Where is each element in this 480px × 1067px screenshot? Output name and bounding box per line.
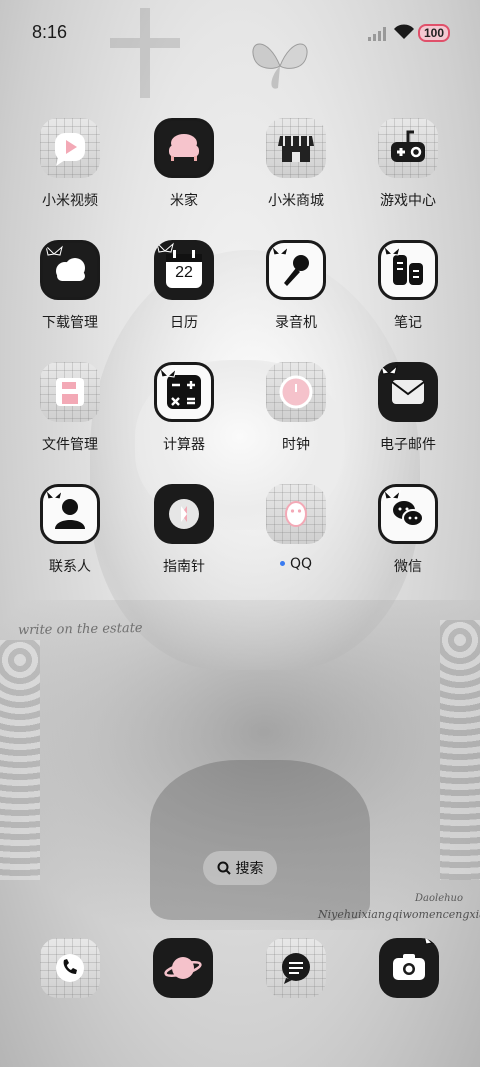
- app-label: 微信: [394, 559, 422, 575]
- wallpaper-dress: [150, 760, 370, 920]
- app-compass[interactable]: 指南针: [129, 484, 239, 584]
- calendar-date: 22: [175, 264, 193, 281]
- app-label: 计算器: [163, 437, 205, 453]
- app-label: 录音机: [275, 315, 317, 331]
- wallpaper-text-bottom-2: Daolehuo: [415, 893, 464, 904]
- butterfly-bow-icon: [271, 244, 289, 256]
- wallpaper-text-bottom-1: Niyehuixiangqiwomencengxiang: [318, 908, 480, 921]
- folder-icon: [40, 362, 100, 422]
- compass-icon: [154, 484, 214, 544]
- app-game-center[interactable]: 游戏中心: [353, 118, 463, 218]
- video-play-icon: [40, 118, 100, 178]
- butterfly-bow-icon: [383, 488, 401, 500]
- app-file-manager[interactable]: 文件管理: [15, 362, 125, 462]
- butterfly-bow-icon: [156, 241, 174, 253]
- qq-penguin-icon: [266, 484, 326, 544]
- app-label: 文件管理: [42, 437, 98, 453]
- app-mi-video[interactable]: 小米视频: [15, 118, 125, 218]
- dock-browser[interactable]: [153, 938, 213, 998]
- contact-person-icon: [40, 484, 100, 544]
- butterfly-bow-icon: [45, 244, 63, 256]
- home-screen: write on the estate Daolehuo Niyehuixian…: [0, 0, 480, 1067]
- app-label: 小米商城: [268, 193, 324, 209]
- clock-icon: [266, 362, 326, 422]
- wechat-icon: [378, 484, 438, 544]
- wifi-icon: [394, 24, 414, 39]
- app-label: 米家: [170, 193, 198, 209]
- calculator-icon: [154, 362, 214, 422]
- app-calculator[interactable]: 计算器: [129, 362, 239, 462]
- app-email[interactable]: 电子邮件: [353, 362, 463, 462]
- phone-icon: [56, 954, 84, 982]
- app-label: 小米视频: [42, 193, 98, 209]
- planet-browser-icon: [164, 957, 202, 979]
- search-label: 搜索: [235, 861, 264, 877]
- home-search-button[interactable]: 搜索: [203, 851, 277, 885]
- wallpaper-lace-left: [0, 640, 40, 880]
- app-qq[interactable]: QQ: [241, 484, 351, 584]
- app-label: 指南针: [163, 559, 205, 575]
- status-bar: 8:16 100: [0, 0, 480, 66]
- app-label: 电子邮件: [380, 437, 436, 453]
- butterfly-bow-icon: [159, 366, 177, 378]
- cellular-signal-icon: [368, 27, 386, 41]
- dock-messages[interactable]: [266, 938, 326, 998]
- dock-phone[interactable]: [40, 938, 100, 998]
- dock-camera[interactable]: [379, 938, 439, 998]
- app-label: 日历: [170, 315, 198, 331]
- app-label: 笔记: [394, 315, 422, 331]
- calendar-icon: 22: [154, 240, 214, 300]
- message-bubble-icon: [282, 953, 310, 984]
- wallpaper-text-top: write on the estate: [17, 620, 143, 639]
- app-label-text: QQ: [289, 556, 313, 572]
- butterfly-bow-icon: [380, 363, 398, 375]
- app-clock[interactable]: 时钟: [241, 362, 351, 462]
- wallpaper-lace-right: [440, 620, 480, 880]
- new-notification-dot: [279, 560, 285, 566]
- gamepad-icon: [378, 118, 438, 178]
- app-contacts[interactable]: 联系人: [15, 484, 125, 584]
- app-label: 游戏中心: [380, 193, 436, 209]
- app-download-manager[interactable]: 下载管理: [15, 240, 125, 340]
- app-mijia[interactable]: 米家: [129, 118, 239, 218]
- app-wechat[interactable]: 微信: [353, 484, 463, 584]
- app-label: QQ: [241, 556, 351, 572]
- battery-indicator: 100: [418, 24, 450, 42]
- microphone-icon: [266, 240, 326, 300]
- app-calendar[interactable]: 22 日历: [129, 240, 239, 340]
- butterfly-bow-icon: [424, 938, 439, 945]
- butterfly-bow-icon: [45, 488, 63, 500]
- cloud-download-icon: [40, 240, 100, 300]
- app-label: 时钟: [282, 437, 310, 453]
- app-label: 联系人: [49, 559, 91, 575]
- app-notes[interactable]: 笔记: [353, 240, 463, 340]
- app-recorder[interactable]: 录音机: [241, 240, 351, 340]
- mail-icon: [378, 362, 438, 422]
- sofa-icon: [154, 118, 214, 178]
- app-label: 下载管理: [42, 315, 98, 331]
- status-time: 8:16: [32, 22, 68, 42]
- store-icon: [266, 118, 326, 178]
- app-mi-store[interactable]: 小米商城: [241, 118, 351, 218]
- search-icon: [217, 861, 231, 875]
- butterfly-bow-icon: [383, 244, 401, 256]
- notes-icon: [378, 240, 438, 300]
